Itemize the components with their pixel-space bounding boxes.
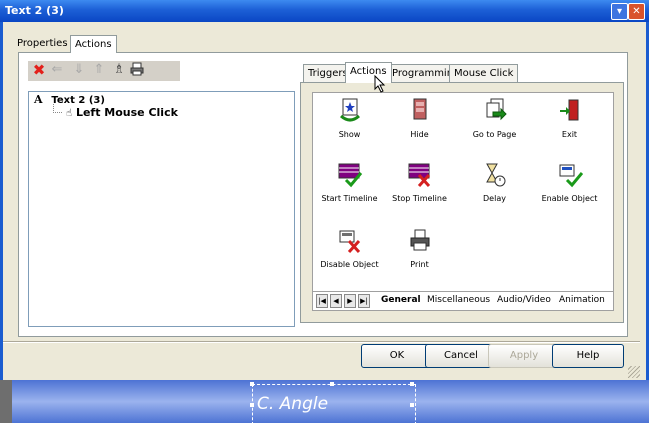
stop-timeline-icon <box>408 163 430 188</box>
minimize-button[interactable]: ▾ <box>611 3 628 20</box>
nav-prev-button[interactable]: ◀ <box>330 294 342 308</box>
tree-item-left-mouse-click[interactable]: ☝ Left Mouse Click <box>66 106 178 119</box>
action-delay-label: Delay <box>483 194 506 203</box>
go-to-page-icon <box>486 98 507 121</box>
help-button[interactable]: Help <box>552 344 624 368</box>
start-timeline-icon <box>338 163 362 188</box>
action-show[interactable]: Show <box>312 98 387 139</box>
action-show-label: Show <box>338 130 361 139</box>
tab-actions[interactable]: Actions <box>70 35 117 53</box>
close-button[interactable]: ✕ <box>628 3 645 20</box>
action-delay[interactable]: Delay <box>457 162 532 203</box>
nav-first-button[interactable]: |◀ <box>316 294 328 308</box>
apply-button[interactable]: Apply <box>488 344 560 368</box>
person-icon[interactable]: ♗ <box>112 62 126 78</box>
action-print[interactable]: Print <box>382 228 457 269</box>
tab-animation[interactable]: Animation <box>559 293 605 307</box>
mouse-click-icon: ☝ <box>66 108 73 119</box>
hourglass-icon <box>485 163 505 187</box>
cancel-button[interactable]: Cancel <box>425 344 497 368</box>
ok-button[interactable]: OK <box>361 344 433 368</box>
disable-object-icon <box>339 230 360 254</box>
nav-next-button[interactable]: ▶ <box>344 294 356 308</box>
delete-icon[interactable]: ✖ <box>32 62 46 78</box>
resize-grip[interactable] <box>628 366 640 378</box>
action-go-to-page-label: Go to Page <box>472 130 517 139</box>
window-title: Text 2 (3) <box>5 4 64 17</box>
action-exit[interactable]: Exit <box>532 98 607 139</box>
selected-text-object[interactable]: C. Angle <box>252 384 416 425</box>
tab-mouse-click[interactable]: Mouse Click <box>449 64 519 82</box>
action-enable-object-label: Enable Object <box>541 194 598 203</box>
print-icon <box>410 229 429 251</box>
arrow-down-icon[interactable]: ⇓ <box>72 62 86 78</box>
exit-icon <box>559 99 578 121</box>
show-icon <box>339 98 360 122</box>
tree-root[interactable]: A Text 2 (3) <box>34 93 105 106</box>
canvas-edge <box>0 380 12 423</box>
tab-miscellaneous[interactable]: Miscellaneous <box>427 293 490 307</box>
selection-handle[interactable] <box>330 382 334 386</box>
action-enable-object[interactable]: Enable Object <box>532 162 607 203</box>
arrow-up-icon[interactable]: ⇑ <box>92 62 106 78</box>
print-icon[interactable] <box>130 62 144 78</box>
tab-audio-video[interactable]: Audio/Video <box>497 293 551 307</box>
action-exit-label: Exit <box>561 130 578 139</box>
action-stop-timeline-label: Stop Timeline <box>392 194 447 203</box>
action-start-timeline[interactable]: Start Timeline <box>312 162 387 203</box>
action-print-label: Print <box>410 260 429 269</box>
action-start-timeline-label: Start Timeline <box>321 194 378 203</box>
hide-icon <box>413 98 426 120</box>
action-disable-object-label: Disable Object <box>320 260 379 269</box>
selection-handle[interactable] <box>250 382 254 386</box>
tab-properties[interactable]: Properties <box>13 35 72 52</box>
action-go-to-page[interactable]: Go to Page <box>457 98 532 139</box>
tree-child-label: Left Mouse Click <box>75 106 178 119</box>
action-hide[interactable]: Hide <box>382 98 457 139</box>
tree-connector <box>53 104 62 113</box>
selection-handle[interactable] <box>410 382 414 386</box>
separator-highlight <box>3 342 640 343</box>
action-disable-object[interactable]: Disable Object <box>312 228 387 269</box>
tab-general[interactable]: General <box>381 293 421 307</box>
action-tree[interactable] <box>28 91 295 327</box>
action-stop-timeline[interactable]: Stop Timeline <box>382 162 457 203</box>
action-hide-label: Hide <box>410 130 429 139</box>
arrow-left-icon[interactable]: ⇐ <box>50 62 64 78</box>
selection-handle[interactable] <box>410 403 414 407</box>
title-bar[interactable] <box>0 0 649 22</box>
mouse-cursor-icon <box>374 74 386 96</box>
selection-handle[interactable] <box>250 403 254 407</box>
enable-object-icon <box>559 164 583 188</box>
text-object-icon: A <box>34 93 43 106</box>
nav-last-button[interactable]: ▶| <box>358 294 370 308</box>
